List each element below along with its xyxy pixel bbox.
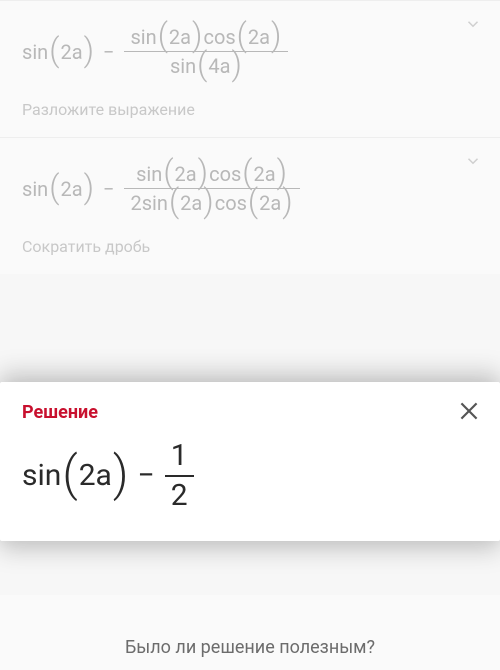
- fraction: sin ( 2a ) cos ( 2a ) 2 sin ( 2a ) cos (…: [124, 160, 299, 217]
- step-1: sin ( 2a ) − sin ( 2a ) cos ( 2a ) sin (…: [0, 0, 500, 137]
- fraction: 1 2: [165, 437, 194, 515]
- fraction: sin ( 2a ) cos ( 2a ) sin ( 4a ): [124, 23, 288, 80]
- chevron-down-icon[interactable]: [464, 15, 482, 33]
- step-1-label: Разложите выражение: [22, 100, 478, 119]
- paren-open: (: [48, 41, 60, 60]
- paren-close: ): [83, 41, 95, 60]
- step-2-label: Сократить дробь: [22, 237, 478, 256]
- close-icon[interactable]: [456, 398, 482, 424]
- chevron-down-icon[interactable]: [464, 152, 482, 170]
- helpful-prompt: Было ли решение полезным?: [0, 595, 500, 670]
- step-1-formula: sin ( 2a ) − sin ( 2a ) cos ( 2a ) sin (…: [22, 23, 478, 80]
- solution-formula: sin ( 2a ) − 1 2: [22, 437, 478, 515]
- step-2: sin ( 2a ) − sin ( 2a ) cos ( 2a ) 2 sin…: [0, 137, 500, 274]
- solution-title: Решение: [22, 402, 478, 423]
- solution-panel: Решение sin ( 2a ) − 1 2: [0, 382, 500, 541]
- step-2-formula: sin ( 2a ) − sin ( 2a ) cos ( 2a ) 2 sin…: [22, 160, 478, 217]
- fn: sin: [22, 42, 48, 62]
- arg: 2a: [60, 42, 82, 62]
- minus: −: [95, 42, 122, 62]
- denominator: sin ( 4a ): [164, 52, 249, 80]
